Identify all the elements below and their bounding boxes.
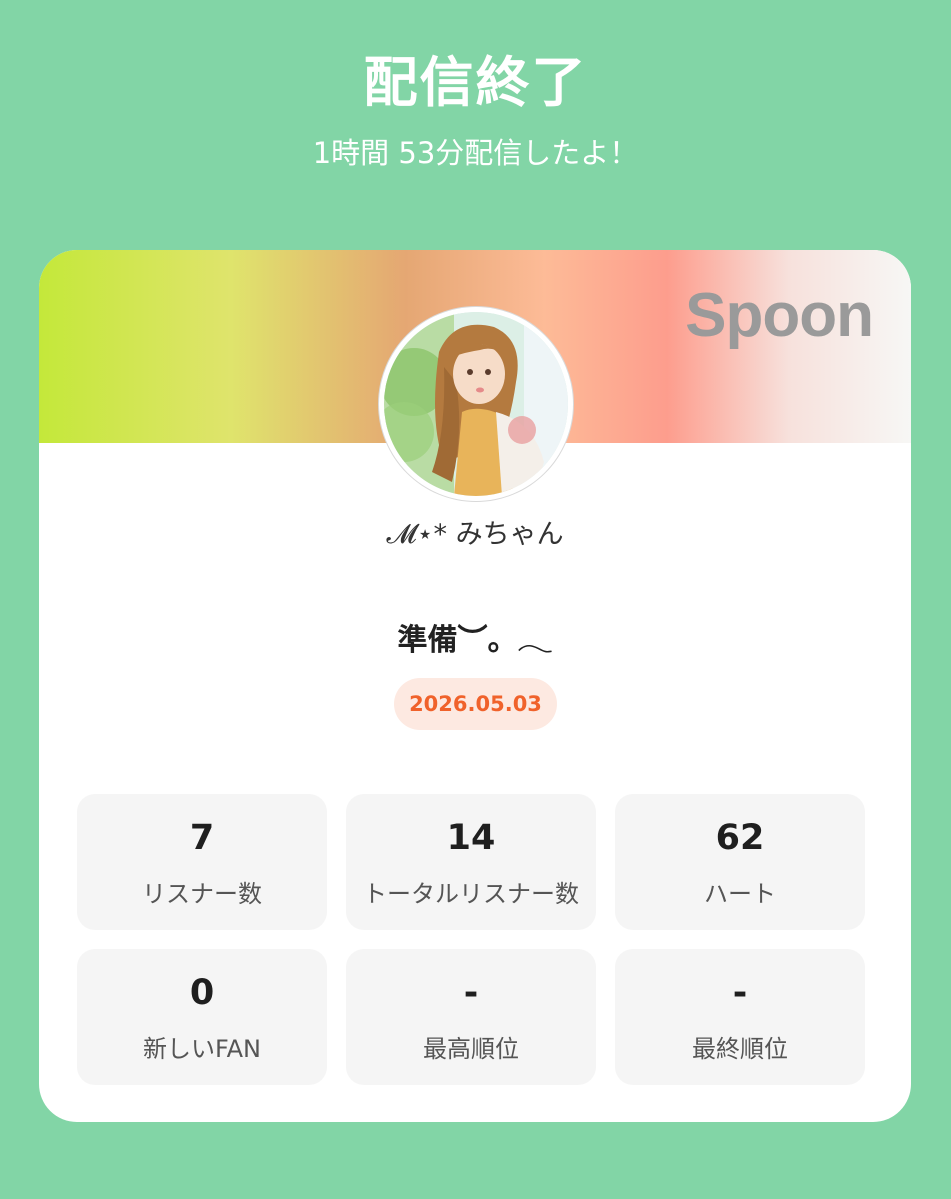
stat-label: 最高順位 [423,1035,519,1063]
page-title: 配信終了 [363,51,588,114]
stat-value: - [463,973,479,1013]
stat-value: 62 [715,818,765,858]
stat-value: 0 [189,973,215,1013]
stat-value: 14 [446,818,496,858]
stat-value: - [732,973,748,1013]
stat-hearts: 62 ハート [615,794,865,930]
stat-label: トータルリスナー数 [363,880,579,908]
broadcast-title: 準備︶。𓂃 [397,623,553,658]
stat-total-listeners: 14 トータルリスナー数 [346,794,596,930]
spoon-logo: Spoon [685,281,874,350]
stat-highest-rank: - 最高順位 [346,949,596,1085]
stat-label: 最終順位 [692,1035,788,1063]
avatar-illustration [384,312,568,496]
stat-value: 7 [189,818,215,858]
result-card: Spoon 𝓜⋆* みちゃん 準備︶。𓂃 2026.05.03 7 リスナー数 … [39,250,911,1122]
avatar[interactable] [379,307,573,501]
stat-label: 新しいFAN [143,1035,261,1063]
username: 𝓜⋆* みちゃん [386,519,564,550]
broadcast-duration: 1時間 53分配信したよ！ [312,136,639,170]
avatar-image [384,312,568,496]
stat-final-rank: - 最終順位 [615,949,865,1085]
stat-label: ハート [704,880,776,908]
stat-new-fans: 0 新しいFAN [77,949,327,1085]
stat-listeners: 7 リスナー数 [77,794,327,930]
date-badge: 2026.05.03 [394,678,557,730]
stat-label: リスナー数 [142,880,262,908]
